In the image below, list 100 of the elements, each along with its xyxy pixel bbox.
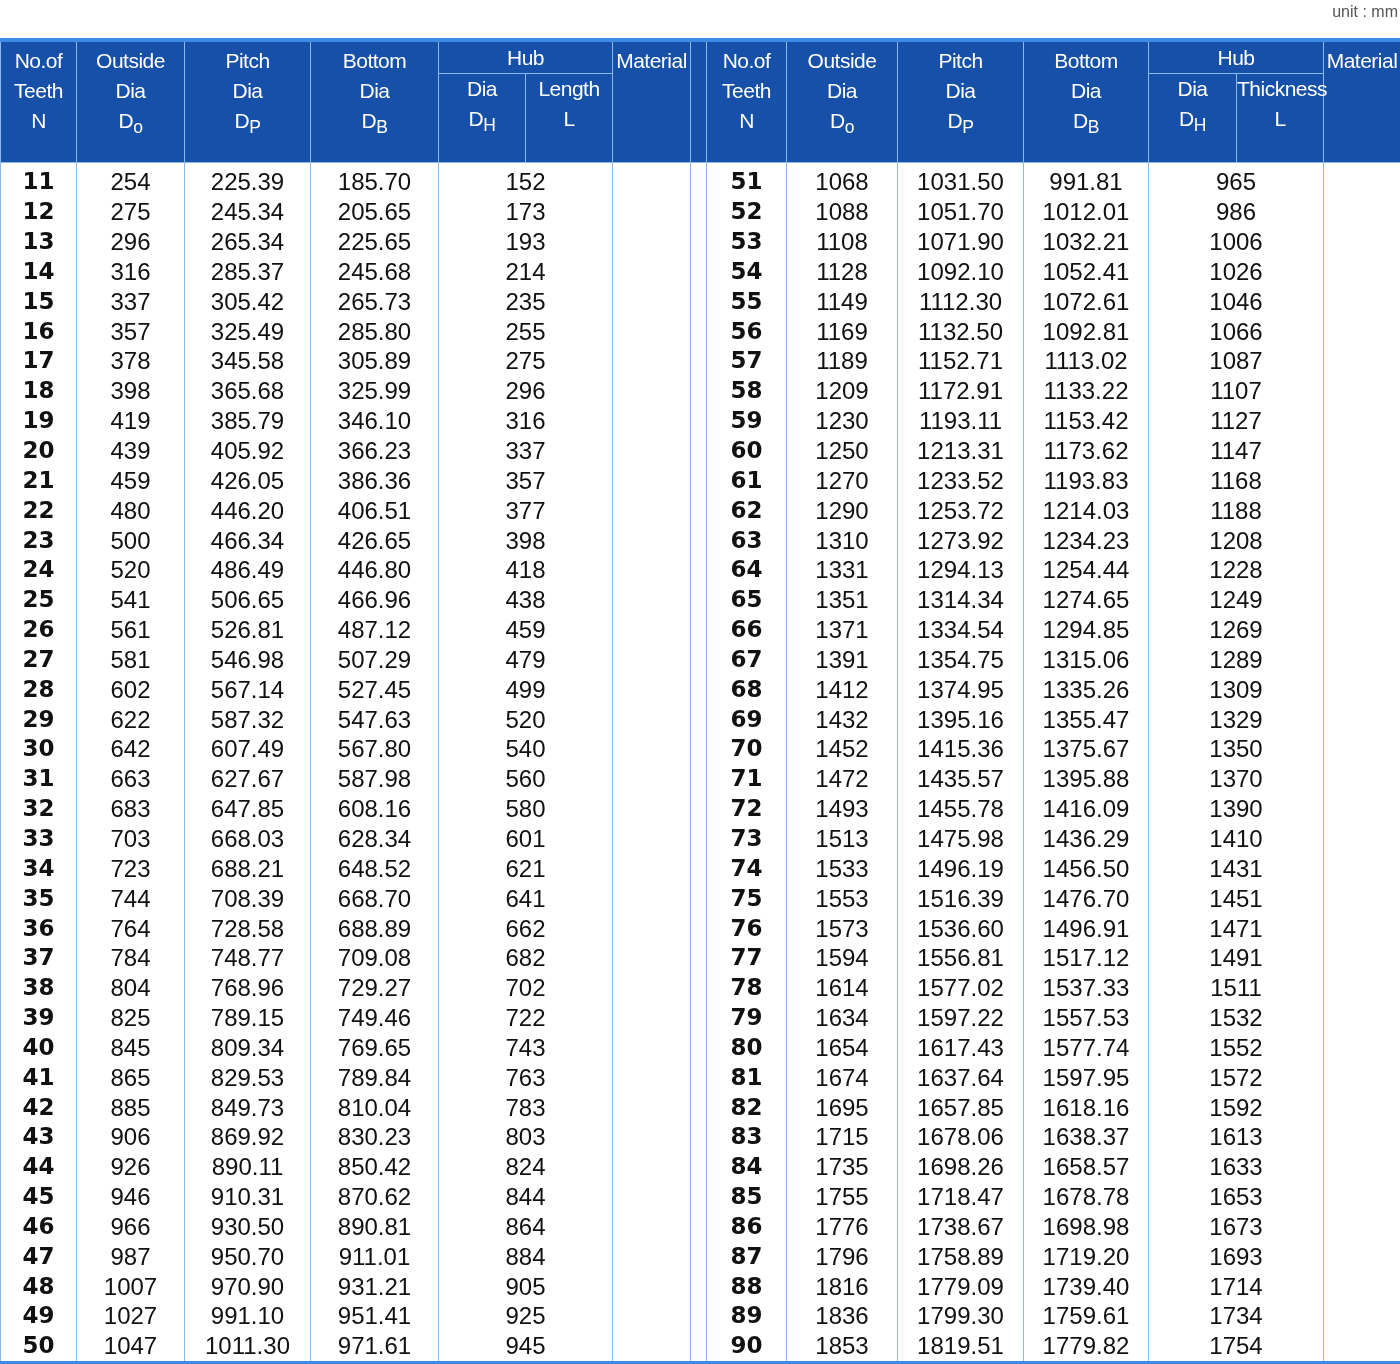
table-cell: 398 <box>438 525 613 555</box>
table-cell: 1496.91 <box>1023 913 1149 943</box>
table-cell: 825 <box>76 1002 185 1033</box>
table-cell: 1799.30 <box>897 1301 1024 1331</box>
table-cell: 1149 <box>786 286 898 317</box>
table-cell: 285.37 <box>184 256 311 287</box>
table-cell: 890.11 <box>184 1151 311 1182</box>
table-cell: 1819.51 <box>897 1330 1024 1363</box>
table-cell: 1274.65 <box>1023 584 1149 615</box>
table-cell: 1735 <box>786 1151 898 1182</box>
table-cell: 601 <box>438 823 613 854</box>
table-cell: 1273.92 <box>897 525 1024 555</box>
table-cell: 987 <box>76 1241 185 1272</box>
table-cell: 1027 <box>76 1301 185 1331</box>
table-cell: 926 <box>76 1151 185 1182</box>
table-cell: 1553 <box>786 883 898 914</box>
table-cell: 225.65 <box>310 226 439 257</box>
table-cell: 1853 <box>786 1330 898 1363</box>
teeth-count-cell: 30 <box>0 734 77 764</box>
table-cell: 1315.06 <box>1023 644 1149 675</box>
teeth-count-cell: 41 <box>0 1062 77 1093</box>
table-cell: 824 <box>438 1151 613 1182</box>
teeth-count-cell: 21 <box>0 465 77 496</box>
table-cell: 804 <box>76 972 185 1003</box>
table-cell: 265.73 <box>310 286 439 317</box>
table-cell: 459 <box>438 614 613 645</box>
table-cell: 865 <box>76 1062 185 1093</box>
table-cell: 830.23 <box>310 1122 439 1152</box>
teeth-count-cell: 26 <box>0 614 77 645</box>
table-cell: 506.65 <box>184 584 311 615</box>
teeth-count-cell: 42 <box>0 1092 77 1122</box>
table-cell: 459 <box>76 465 185 496</box>
table-cell: 1370 <box>1148 763 1324 794</box>
table-cell: 1012.01 <box>1023 196 1149 227</box>
table-cell: 1451 <box>1148 883 1324 914</box>
table-cell: 1739.40 <box>1023 1271 1149 1302</box>
table-cell: 1613 <box>1148 1122 1324 1152</box>
table-cell: 1455.78 <box>897 793 1024 824</box>
table-cell: 864 <box>438 1211 613 1242</box>
table-cell: 1189 <box>786 346 898 376</box>
table-cell: 1107 <box>1148 375 1324 406</box>
table-cell: 789.84 <box>310 1062 439 1093</box>
table-cell: 285.80 <box>310 316 439 347</box>
table-cell: 1354.75 <box>897 644 1024 675</box>
teeth-count-cell: 82 <box>706 1092 787 1122</box>
teeth-count-cell: 65 <box>706 584 787 615</box>
table-cell: 1653 <box>1148 1181 1324 1212</box>
table-cell: 1108 <box>786 226 898 257</box>
table-cell: 1168 <box>1148 465 1324 496</box>
teeth-count-cell: 49 <box>0 1301 77 1331</box>
teeth-count-cell: 86 <box>706 1211 787 1242</box>
column-header: Bottom Dia D$_{B}$ <box>1023 40 1149 163</box>
table-cell: 1290 <box>786 495 898 526</box>
table-cell: 829.53 <box>184 1062 311 1093</box>
table-cell: 622 <box>76 704 185 735</box>
teeth-count-cell: 83 <box>706 1122 787 1152</box>
table-cell: 1456.50 <box>1023 853 1149 884</box>
table-cell: 749.46 <box>310 1002 439 1033</box>
table-cell: 648.52 <box>310 853 439 884</box>
table-cell: 405.92 <box>184 435 311 466</box>
table-cell: 1228 <box>1148 554 1324 585</box>
teeth-count-cell: 16 <box>0 316 77 347</box>
table-cell: 991.10 <box>184 1301 311 1331</box>
table-cell: 1614 <box>786 972 898 1003</box>
table-cell: 1072.61 <box>1023 286 1149 317</box>
teeth-count-cell: 22 <box>0 495 77 526</box>
table-cell: 1193.83 <box>1023 465 1149 496</box>
table-cell: 971.61 <box>310 1330 439 1363</box>
table-cell: 377 <box>438 495 613 526</box>
table-cell: 729.27 <box>310 972 439 1003</box>
table-cell: 764 <box>76 913 185 943</box>
table-cell: 1188 <box>1148 495 1324 526</box>
teeth-count-cell: 64 <box>706 554 787 585</box>
table-cell: 784 <box>76 942 185 973</box>
table-cell: 1436.29 <box>1023 823 1149 854</box>
table-cell: 1092.81 <box>1023 316 1149 347</box>
table-cell: 763 <box>438 1062 613 1093</box>
teeth-count-cell: 59 <box>706 405 787 436</box>
table-cell: 946 <box>76 1181 185 1212</box>
table-cell: 608.16 <box>310 793 439 824</box>
teeth-count-cell: 81 <box>706 1062 787 1093</box>
teeth-count-cell: 76 <box>706 913 787 943</box>
table-cell: 1335.26 <box>1023 674 1149 705</box>
table-cell: 845 <box>76 1032 185 1063</box>
table-cell: 366.23 <box>310 435 439 466</box>
table-cell: 723 <box>76 853 185 884</box>
table-cell: 1355.47 <box>1023 704 1149 735</box>
teeth-count-cell: 48 <box>0 1271 77 1302</box>
table-cell: 346.10 <box>310 405 439 436</box>
table-cell: 398 <box>76 375 185 406</box>
table-cell: 325.99 <box>310 375 439 406</box>
table-cell: 1493 <box>786 793 898 824</box>
table-cell: 466.34 <box>184 525 311 555</box>
table-cell: 438 <box>438 584 613 615</box>
table-cell: 703 <box>76 823 185 854</box>
teeth-count-cell: 12 <box>0 196 77 227</box>
table-cell: 1577.74 <box>1023 1032 1149 1063</box>
teeth-count-cell: 36 <box>0 913 77 943</box>
teeth-count-cell: 80 <box>706 1032 787 1063</box>
table-cell: 446.80 <box>310 554 439 585</box>
